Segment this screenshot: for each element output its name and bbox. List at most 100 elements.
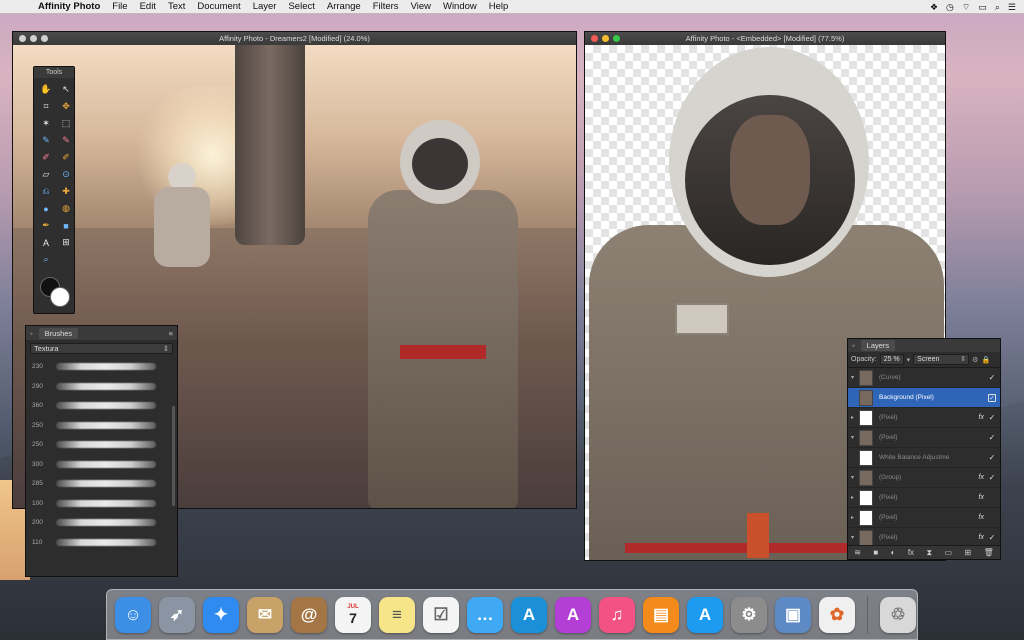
disclosure-icon[interactable]: ▸ <box>851 494 859 501</box>
healing-icon[interactable]: ✚ <box>58 184 74 199</box>
layer-row-selected[interactable]: Background (Pixel) ✓ <box>848 388 1000 408</box>
minimize-button[interactable] <box>30 35 37 42</box>
brush-item[interactable]: 250 <box>26 435 177 455</box>
zoom-button[interactable] <box>41 35 48 42</box>
brush-item[interactable]: 290 <box>26 377 177 397</box>
calendar-icon[interactable]: JUL 7 <box>335 596 371 633</box>
visibility-check-icon[interactable]: ✓ <box>988 393 996 402</box>
live-filter-icon[interactable]: ⧗ <box>926 548 932 558</box>
disclosure-icon[interactable]: ▸ <box>851 414 859 421</box>
menu-filters[interactable]: Filters <box>367 1 405 12</box>
close-button[interactable] <box>19 35 26 42</box>
hand-icon[interactable]: ✋ <box>38 82 54 97</box>
brush-item[interactable]: 300 <box>26 455 177 475</box>
battery-icon[interactable]: ▭ <box>978 2 987 13</box>
fx-icon[interactable]: fx <box>979 414 984 421</box>
brush-item[interactable]: 230 <box>26 357 177 377</box>
disclosure-icon[interactable]: ▸ <box>851 514 859 521</box>
panel-menu-icon[interactable]: ≡ <box>169 329 173 338</box>
panel-grip-icon[interactable]: ◦ <box>30 329 33 338</box>
layer-row[interactable]: ▸ (Pixel) fx <box>848 508 1000 528</box>
visibility-check-icon[interactable]: ✓ <box>988 533 996 542</box>
disclosure-icon[interactable]: ▾ <box>851 534 859 541</box>
reminders-icon[interactable]: ☑ <box>423 596 459 633</box>
mail-icon[interactable]: ✉ <box>247 596 283 633</box>
dodge-icon[interactable]: ● <box>38 201 54 216</box>
dropper-icon[interactable]: ✒ <box>38 218 54 233</box>
lock-icon[interactable]: 🔒 <box>981 356 990 364</box>
dropbox-icon[interactable]: ❖ <box>930 2 938 13</box>
layer-row[interactable]: ▾ (Group) fx ✓ <box>848 468 1000 488</box>
layer-row[interactable]: ▾ (Pixel) ✓ <box>848 428 1000 448</box>
clock-icon[interactable]: ◷ <box>946 2 954 13</box>
tab-layers[interactable]: Layers <box>860 340 896 351</box>
menu-layer[interactable]: Layer <box>247 1 283 12</box>
messages-icon[interactable]: … <box>467 596 503 633</box>
sponge-icon[interactable]: ◍ <box>58 201 74 216</box>
menu-select[interactable]: Select <box>282 1 320 12</box>
menu-window[interactable]: Window <box>437 1 483 12</box>
brush-item[interactable]: 200 <box>26 513 177 533</box>
background-color[interactable] <box>50 287 70 307</box>
zoom-icon[interactable]: ⌕ <box>38 252 54 267</box>
fx-icon[interactable]: fx <box>979 494 984 501</box>
visibility-check-icon[interactable]: ✓ <box>988 413 996 422</box>
clone-icon[interactable]: ⎌ <box>38 184 54 199</box>
trash-icon[interactable]: ♲ <box>880 596 916 633</box>
disclosure-icon[interactable]: ▾ <box>851 374 859 381</box>
launchpad-icon[interactable]: ➶ <box>159 596 195 633</box>
system-preferences-icon[interactable]: ⚙ <box>731 596 767 633</box>
window-titlebar[interactable]: Affinity Photo - Dreamers2 [Modified] (2… <box>13 32 576 45</box>
color-brush-icon[interactable]: ✎ <box>58 133 74 148</box>
tab-brushes[interactable]: Brushes <box>38 327 79 339</box>
layer-row[interactable]: White Balance Adjustme ✓ <box>848 448 1000 468</box>
safari-icon[interactable]: ✦ <box>203 596 239 633</box>
close-button[interactable] <box>591 35 598 42</box>
menu-text[interactable]: Text <box>162 1 191 12</box>
itunes-icon[interactable]: ♫ <box>599 596 635 633</box>
brush-item[interactable]: 250 <box>26 416 177 436</box>
affinity-designer-icon[interactable]: A <box>511 596 547 633</box>
ibooks-icon[interactable]: ▤ <box>643 596 679 633</box>
notes-icon[interactable]: ≡ <box>379 596 415 633</box>
minimize-button[interactable] <box>602 35 609 42</box>
finder-icon[interactable]: ☺ <box>115 596 151 633</box>
preview-icon[interactable]: ▣ <box>775 596 811 633</box>
delete-layer-icon[interactable]: 🗑 <box>984 548 994 557</box>
brush-item[interactable]: 100 <box>26 494 177 514</box>
visibility-check-icon[interactable] <box>988 494 996 502</box>
visibility-check-icon[interactable]: ✓ <box>988 473 996 482</box>
marquee-icon[interactable]: ⬚ <box>58 116 74 131</box>
layer-stack-icon[interactable]: ≋ <box>854 548 861 557</box>
layer-row[interactable]: ▸ (Pixel) fx <box>848 488 1000 508</box>
notification-center-icon[interactable]: ☰ <box>1008 2 1016 13</box>
contacts-icon[interactable]: @ <box>291 596 327 633</box>
window-titlebar[interactable]: Affinity Photo - <Embedded> [Modified] (… <box>585 32 945 45</box>
blur-icon[interactable]: ■ <box>58 218 74 233</box>
brush-item[interactable]: 110 <box>26 533 177 553</box>
app-store-icon[interactable]: A <box>687 596 723 633</box>
visibility-check-icon[interactable]: ✓ <box>988 433 996 442</box>
brushes-scrollbar[interactable] <box>172 406 175 506</box>
menu-arrange[interactable]: Arrange <box>321 1 367 12</box>
move-selection-icon[interactable]: ✥ <box>58 99 74 114</box>
mixer-brush-icon[interactable]: ✐ <box>58 150 74 165</box>
erase-icon[interactable]: ▱ <box>38 167 54 182</box>
panel-grip-icon[interactable]: ◦ <box>852 341 855 350</box>
opacity-field[interactable]: 25 % <box>879 354 904 365</box>
gear-icon[interactable]: ⚙ <box>972 356 978 364</box>
smudge-icon[interactable]: ⊙ <box>58 167 74 182</box>
layer-row[interactable]: ▾ (Curve) ✓ <box>848 368 1000 388</box>
layer-row[interactable]: ▸ (Pixel) fx ✓ <box>848 408 1000 428</box>
photos-icon[interactable]: ✿ <box>819 596 855 633</box>
disclosure-icon[interactable]: ▾ <box>851 434 859 441</box>
frame-text-icon[interactable]: ⊞ <box>58 235 74 250</box>
add-layer-icon[interactable]: ⊞ <box>964 548 971 557</box>
fx-icon[interactable]: fx <box>979 474 984 481</box>
brush-category-select[interactable]: Textura ⇕ <box>30 343 173 354</box>
spotlight-icon[interactable]: ⌕ <box>995 2 1000 13</box>
brush-item[interactable]: 285 <box>26 474 177 494</box>
brush-item[interactable]: 360 <box>26 396 177 416</box>
disclosure-icon[interactable]: ▾ <box>851 474 859 481</box>
app-menu[interactable]: Affinity Photo <box>32 1 106 12</box>
